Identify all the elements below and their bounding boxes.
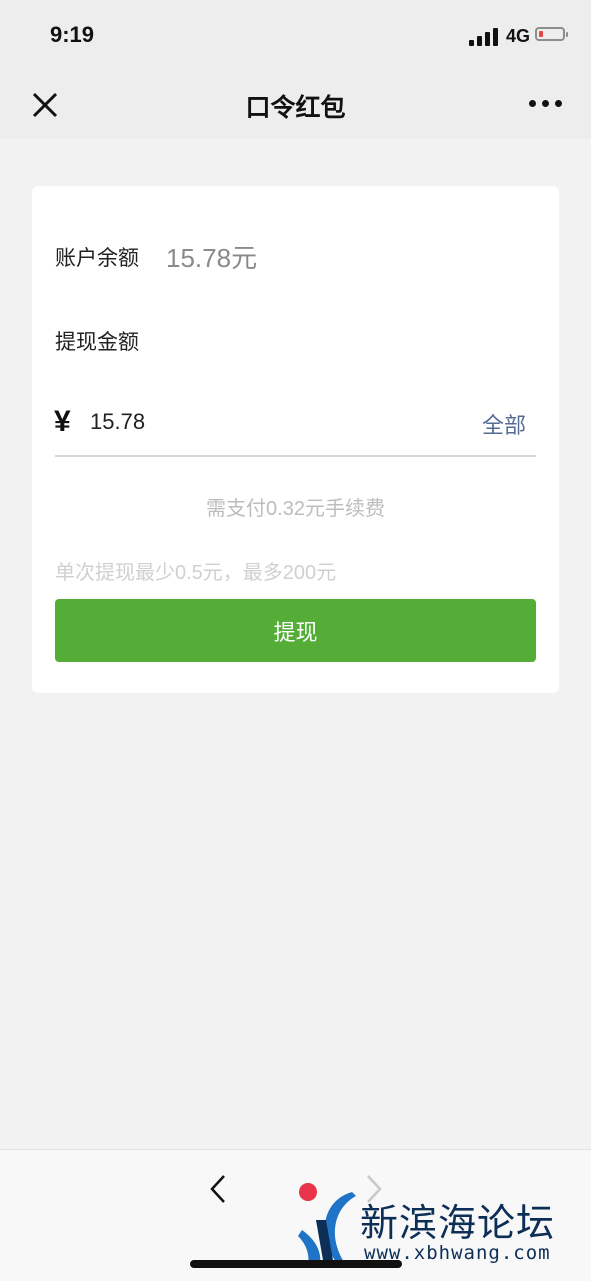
page-title: 口令红包 — [245, 94, 346, 122]
limit-notice: 单次提现最少0.5元，最多200元 — [55, 562, 337, 584]
more-dots-icon[interactable] — [529, 100, 563, 110]
withdraw-card: 账户余额 15.78元 提现金额 ¥ 全部 需支付0.32元手续费 单次提现最少… — [32, 186, 559, 693]
amount-input[interactable] — [90, 407, 390, 437]
watermark-name: 新滨海论坛 — [360, 1201, 556, 1245]
balance-value: 15.78元 — [166, 243, 258, 273]
nav-bar: 口令红包 — [0, 70, 591, 139]
currency-symbol: ¥ — [54, 405, 71, 438]
amount-label: 提现金额 — [55, 331, 139, 354]
network-type: 4G — [506, 26, 531, 46]
balance-label: 账户余额 — [55, 247, 139, 270]
divider — [55, 455, 536, 457]
chevron-left-icon[interactable] — [206, 1172, 230, 1206]
watermark-logo: 新滨海论坛 www.xbhwang.com — [294, 1180, 584, 1270]
watermark-emblem-icon — [298, 1183, 356, 1266]
fee-notice: 需支付0.32元手续费 — [206, 498, 385, 520]
home-indicator[interactable] — [190, 1260, 402, 1268]
battery-icon — [535, 27, 568, 41]
status-bar: 9:19 4G — [0, 0, 591, 70]
signal-icon — [469, 28, 499, 46]
bottom-toolbar: 新滨海论坛 www.xbhwang.com — [0, 1149, 591, 1281]
withdraw-button[interactable]: 提现 — [55, 599, 536, 662]
status-time: 9:19 — [50, 22, 95, 47]
withdraw-all-link[interactable]: 全部 — [482, 408, 526, 440]
